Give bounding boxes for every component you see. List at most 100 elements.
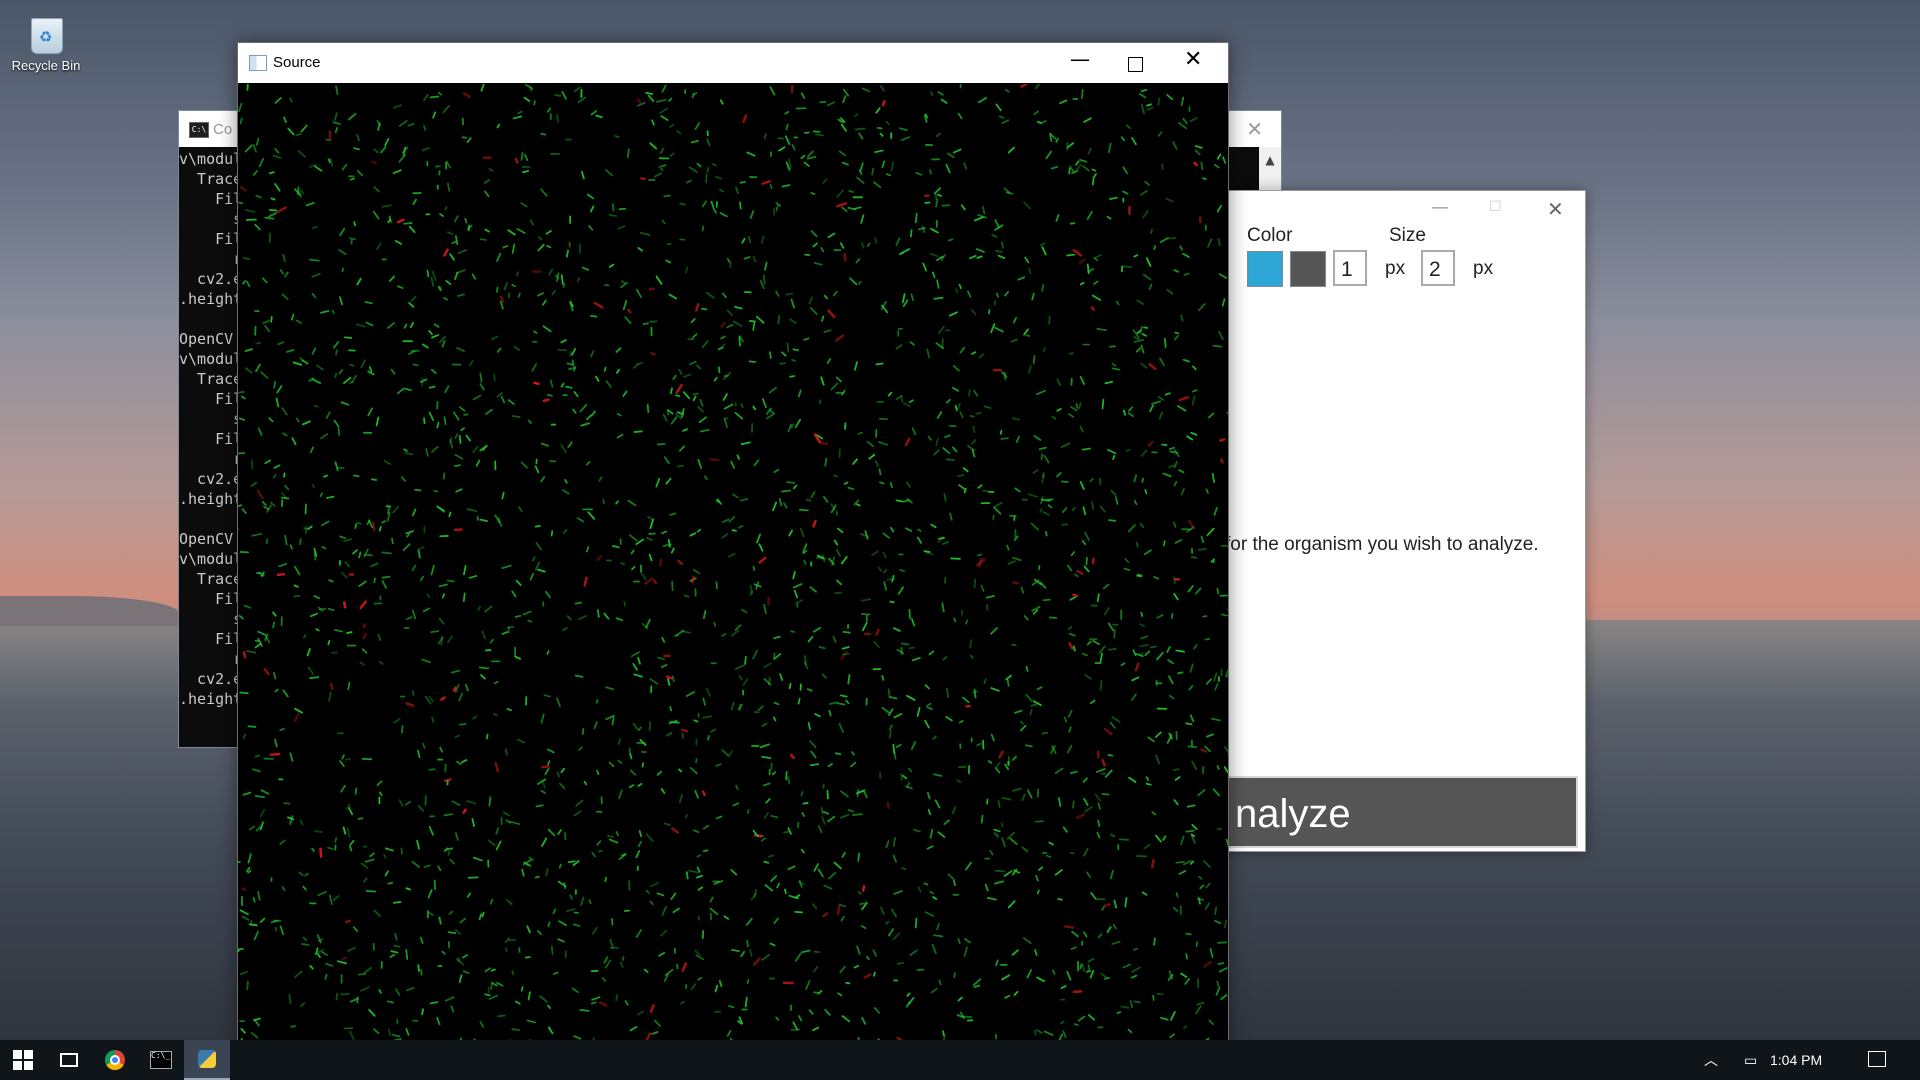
green-cell: [430, 276, 435, 287]
green-cell: [814, 713, 821, 718]
settings-window[interactable]: — ☐ ✕ Color Size 1 px 2 px for the organ…: [1180, 190, 1586, 852]
green-cell: [386, 1000, 395, 1004]
green-cell: [1180, 96, 1185, 107]
color-swatch-dark[interactable]: [1290, 251, 1326, 287]
green-cell: [274, 147, 280, 154]
size-input[interactable]: 2: [1421, 250, 1455, 286]
green-cell: [1173, 460, 1178, 469]
green-cell: [645, 833, 654, 842]
green-cell: [1149, 645, 1158, 649]
green-cell: [937, 91, 944, 96]
line-width-input[interactable]: 1: [1333, 250, 1367, 286]
red-cell: [341, 956, 348, 961]
green-cell: [633, 430, 643, 433]
console-scrollbar[interactable]: ▲: [1259, 147, 1281, 189]
source-close-icon[interactable]: ✕: [1184, 47, 1202, 72]
green-cell: [971, 449, 976, 458]
console-close-icon[interactable]: ✕: [1246, 117, 1263, 141]
green-cell: [247, 853, 252, 864]
green-cell: [824, 1008, 831, 1016]
green-cell: [405, 887, 412, 891]
green-cell: [1042, 511, 1050, 516]
green-cell: [511, 970, 515, 975]
green-cell: [995, 103, 1002, 112]
green-cell: [1198, 875, 1203, 880]
settings-minimize-icon[interactable]: —: [1431, 197, 1449, 218]
taskbar-python[interactable]: [184, 1040, 230, 1080]
green-cell: [781, 351, 787, 357]
green-cell: [341, 163, 348, 171]
battery-icon[interactable]: ▭: [1744, 1040, 1757, 1080]
red-cell: [440, 696, 446, 701]
green-cell: [1194, 587, 1202, 595]
analyze-button[interactable]: nalyze: [1185, 776, 1578, 848]
green-cell: [1182, 117, 1188, 125]
green-cell: [462, 592, 466, 603]
green-cell: [777, 314, 781, 325]
green-cell: [320, 433, 329, 440]
green-cell: [890, 908, 897, 918]
clock[interactable]: 1:04 PM: [1770, 1052, 1822, 1068]
green-cell: [529, 572, 535, 581]
recycle-bin-shortcut[interactable]: ♻ Recycle Bin: [6, 12, 86, 73]
green-cell: [1054, 767, 1064, 775]
green-cell: [1060, 1020, 1065, 1025]
start-button[interactable]: [0, 1040, 46, 1080]
green-cell: [255, 826, 261, 832]
green-cell: [411, 861, 421, 868]
green-cell: [786, 342, 790, 353]
source-titlebar[interactable]: Source — ✕: [238, 43, 1228, 83]
red-cell: [593, 301, 604, 309]
source-window[interactable]: Source — ✕: [237, 42, 1229, 1054]
color-swatch-blue[interactable]: [1247, 251, 1283, 287]
green-cell: [328, 894, 333, 905]
green-cell: [371, 478, 378, 481]
green-cell: [522, 170, 530, 174]
green-cell: [517, 110, 523, 115]
green-cell: [1094, 254, 1102, 259]
green-cell: [587, 511, 596, 520]
taskbar-cmd[interactable]: C:\_: [138, 1040, 184, 1080]
green-cell: [1064, 716, 1068, 723]
green-cell: [1099, 652, 1103, 663]
green-cell: [428, 385, 436, 389]
green-cell: [1197, 303, 1206, 312]
green-cell: [453, 411, 460, 421]
green-cell: [612, 545, 620, 549]
tray-chevron-icon[interactable]: ︿: [1704, 1040, 1718, 1080]
source-maximize-icon[interactable]: [1128, 57, 1143, 72]
green-cell: [309, 446, 315, 454]
green-cell: [841, 206, 848, 213]
green-cell: [252, 768, 261, 773]
green-cell: [679, 202, 686, 206]
green-cell: [1062, 1030, 1067, 1039]
green-cell: [501, 564, 512, 570]
green-cell: [803, 337, 810, 341]
green-cell: [1191, 395, 1196, 406]
green-cell: [790, 298, 795, 309]
notification-icon[interactable]: [1868, 1051, 1886, 1067]
red-cell: [1193, 161, 1199, 167]
green-cell: [713, 208, 718, 214]
green-cell: [1128, 406, 1133, 412]
green-cell: [339, 760, 345, 767]
green-cell: [1101, 905, 1106, 912]
green-cell: [964, 938, 971, 944]
green-cell: [1081, 652, 1088, 657]
source-minimize-icon[interactable]: —: [1070, 47, 1090, 71]
green-cell: [1054, 869, 1063, 876]
green-cell: [526, 925, 531, 934]
width-unit: px: [1385, 258, 1406, 279]
taskbar-chrome[interactable]: [92, 1040, 138, 1080]
green-cell: [603, 956, 609, 964]
green-cell: [672, 374, 677, 381]
microscopy-image[interactable]: [238, 84, 1228, 1053]
green-cell: [1222, 156, 1227, 164]
scroll-up-icon[interactable]: ▲: [1259, 153, 1281, 167]
green-cell: [671, 675, 675, 683]
task-view-button[interactable]: [46, 1040, 92, 1080]
settings-close-icon[interactable]: ✕: [1547, 197, 1564, 221]
settings-maximize-icon[interactable]: ☐: [1489, 199, 1502, 215]
green-cell: [354, 523, 357, 529]
green-cell: [627, 499, 637, 507]
